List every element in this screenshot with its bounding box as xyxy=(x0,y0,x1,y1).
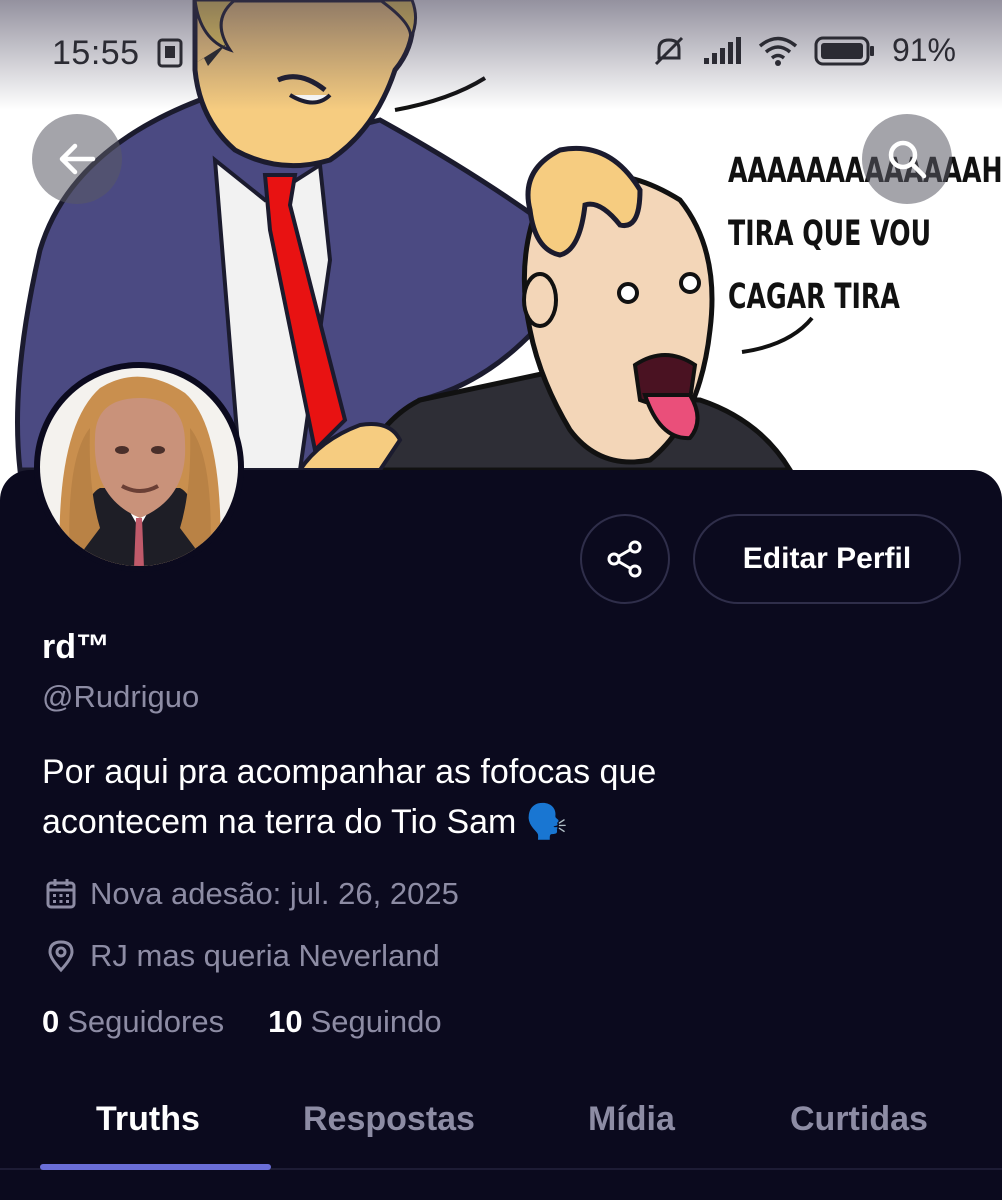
status-bar: 15:55 91% xyxy=(0,0,1002,104)
bio-line: acontecem na terra do Tio Sam 🗣️ xyxy=(42,803,569,841)
meme-text-line: CAGAR TIRA xyxy=(728,277,900,317)
display-name: rd™ xyxy=(42,628,110,666)
battery-icon xyxy=(814,36,874,65)
avatar-photo xyxy=(40,368,238,566)
status-right-icons: 91% xyxy=(652,32,956,69)
following-link[interactable]: 10 Seguindo xyxy=(268,1004,442,1040)
share-icon xyxy=(607,540,642,578)
follow-counts: 0 Seguidores 10 Seguindo xyxy=(42,1004,442,1040)
user-handle: @Rudriguo xyxy=(42,679,200,714)
location-text: RJ mas queria Neverland xyxy=(90,938,440,973)
signal-icon xyxy=(703,36,741,64)
tab-truths[interactable]: Truths xyxy=(96,1100,200,1139)
following-count: 10 xyxy=(268,1004,303,1039)
mute-icon xyxy=(654,36,684,65)
battery-percent: 91% xyxy=(891,32,956,68)
followers-link[interactable]: 0 Seguidores xyxy=(42,1004,224,1040)
wifi-icon xyxy=(758,36,798,66)
share-button[interactable] xyxy=(580,514,670,604)
avatar[interactable] xyxy=(34,362,244,572)
location-pin-icon xyxy=(48,940,74,973)
edit-profile-button[interactable]: Editar Perfil xyxy=(693,514,961,604)
following-label: Seguindo xyxy=(310,1004,442,1039)
search-icon xyxy=(888,140,927,179)
search-button[interactable] xyxy=(862,114,952,204)
followers-label: Seguidores xyxy=(67,1004,225,1039)
calendar-icon xyxy=(46,879,76,909)
tab-curtidas[interactable]: Curtidas xyxy=(790,1100,928,1139)
profile-bio: Por aqui pra acompanhar as fofocas que a… xyxy=(42,747,942,847)
arrow-left-icon xyxy=(59,143,96,175)
tab-respostas[interactable]: Respostas xyxy=(303,1100,475,1139)
back-button[interactable] xyxy=(32,114,122,204)
tab-midia[interactable]: Mídia xyxy=(588,1100,675,1139)
meme-text-line: TIRA QUE VOU xyxy=(728,214,932,254)
send-icon xyxy=(194,44,226,66)
active-tab-indicator xyxy=(40,1164,271,1170)
profile-tabs: Truths Respostas Mídia Curtidas xyxy=(0,1090,1002,1170)
location-row: RJ mas queria Neverland xyxy=(44,938,440,974)
screen-record-icon xyxy=(157,38,183,68)
status-time: 15:55 xyxy=(52,34,140,72)
joined-date-text: Nova adesão: jul. 26, 2025 xyxy=(90,876,459,911)
status-left-icons xyxy=(156,36,230,75)
bio-line: Por aqui pra acompanhar as fofocas que xyxy=(42,753,657,791)
followers-count: 0 xyxy=(42,1004,60,1039)
joined-date-row: Nova adesão: jul. 26, 2025 xyxy=(44,876,459,912)
